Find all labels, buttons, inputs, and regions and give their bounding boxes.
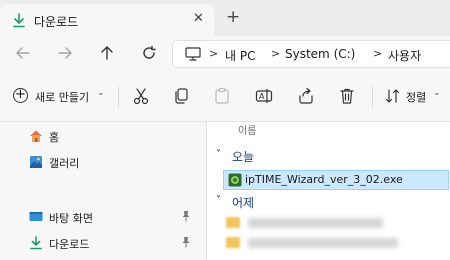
desktop-icon (29, 212, 43, 221)
new-button-label: 새로 만들기 (35, 91, 90, 104)
delete-icon[interactable] (338, 87, 356, 105)
download-icon (13, 13, 25, 28)
sidebar-item-home[interactable]: 홈 (0, 126, 206, 148)
divider (372, 86, 373, 108)
redacted-text (248, 238, 398, 248)
paste-icon[interactable] (213, 87, 231, 105)
chevron-down-icon: ⌄ (97, 88, 105, 98)
tab-strip: 다운로드 ✕ + (0, 0, 450, 36)
file-row-selected[interactable]: ipTIME_Wizard_ver_3_02.exe (223, 170, 449, 190)
sidebar-item-label: 다운로드 (49, 238, 90, 251)
sidebar-item-label: 홈 (49, 131, 60, 144)
pin-icon[interactable] (181, 210, 191, 222)
file-name: ipTIME_Wizard_ver_3_02.exe (245, 173, 403, 186)
breadcrumb-system-drive[interactable]: System (C:) (285, 47, 355, 61)
copy-icon[interactable] (172, 87, 190, 105)
installer-icon (228, 173, 242, 187)
sidebar-item-gallery[interactable]: 갤러리 (0, 152, 206, 174)
refresh-button[interactable] (140, 45, 158, 63)
list-item[interactable] (226, 236, 406, 250)
sidebar-item-label: 바탕 화면 (49, 212, 93, 225)
chevron-down-icon: ˅ (216, 149, 221, 160)
breadcrumb-this-pc[interactable]: 내 PC (225, 47, 255, 64)
group-label: 오늘 (232, 150, 255, 164)
gallery-icon (30, 156, 42, 168)
forward-button[interactable] (56, 45, 74, 63)
arrow-left-icon (16, 47, 30, 59)
tab-title: 다운로드 (34, 15, 79, 29)
sort-icon (385, 89, 400, 103)
new-tab-button[interactable]: + (226, 8, 240, 26)
address-bar[interactable]: > 내 PC > System (C:) > 사용자 (172, 40, 450, 68)
breadcrumb-separator: > (271, 47, 281, 60)
folder-icon (226, 237, 240, 248)
file-list: 이름 ˅ 오늘 ipTIME_Wizard_ver_3_02.exe ˅ 어제 (207, 122, 450, 260)
arrow-up-icon (101, 46, 113, 60)
cut-icon[interactable] (132, 87, 150, 105)
sort-button-label: 정렬 (406, 91, 427, 104)
chevron-down-icon: ˅ (216, 195, 221, 206)
sidebar-item-label: 갤러리 (49, 157, 80, 170)
svg-text:A: A (259, 92, 265, 101)
breadcrumb-separator: > (209, 47, 219, 60)
column-header-name[interactable]: 이름 (238, 122, 256, 137)
share-icon[interactable] (297, 87, 315, 105)
sidebar-item-desktop[interactable]: 바탕 화면 (0, 207, 206, 229)
navigation-bar: > 내 PC > System (C:) > 사용자 (0, 36, 450, 72)
group-header-today[interactable]: ˅ 오늘 (207, 146, 450, 166)
up-button[interactable] (98, 45, 116, 63)
folder-icon (226, 217, 240, 228)
navigation-pane: 홈 갤러리 바탕 화면 다운로드 (0, 122, 207, 260)
redacted-text (248, 218, 383, 228)
list-item[interactable] (226, 216, 406, 230)
plus-circle-icon: + (13, 88, 28, 103)
computer-icon (185, 47, 201, 61)
tab-downloads[interactable]: 다운로드 ✕ (0, 4, 214, 36)
home-icon (30, 130, 42, 142)
refresh-icon (143, 45, 156, 59)
pin-icon[interactable] (181, 236, 191, 248)
download-icon (30, 236, 42, 250)
sidebar-item-downloads[interactable]: 다운로드 (0, 233, 206, 255)
group-header-yesterday[interactable]: ˅ 어제 (207, 192, 450, 212)
breadcrumb-users[interactable]: 사용자 (388, 47, 421, 64)
arrow-right-icon (58, 47, 72, 59)
back-button[interactable] (14, 45, 32, 63)
divider (118, 86, 119, 108)
command-bar: + 새로 만들기 ⌄ A 정렬 ⌄ (0, 72, 450, 122)
chevron-down-icon: ⌄ (433, 88, 441, 98)
rename-icon[interactable]: A (255, 87, 273, 105)
group-label: 어제 (232, 196, 255, 210)
breadcrumb-separator: > (373, 47, 383, 60)
close-tab-icon[interactable]: ✕ (193, 12, 204, 26)
